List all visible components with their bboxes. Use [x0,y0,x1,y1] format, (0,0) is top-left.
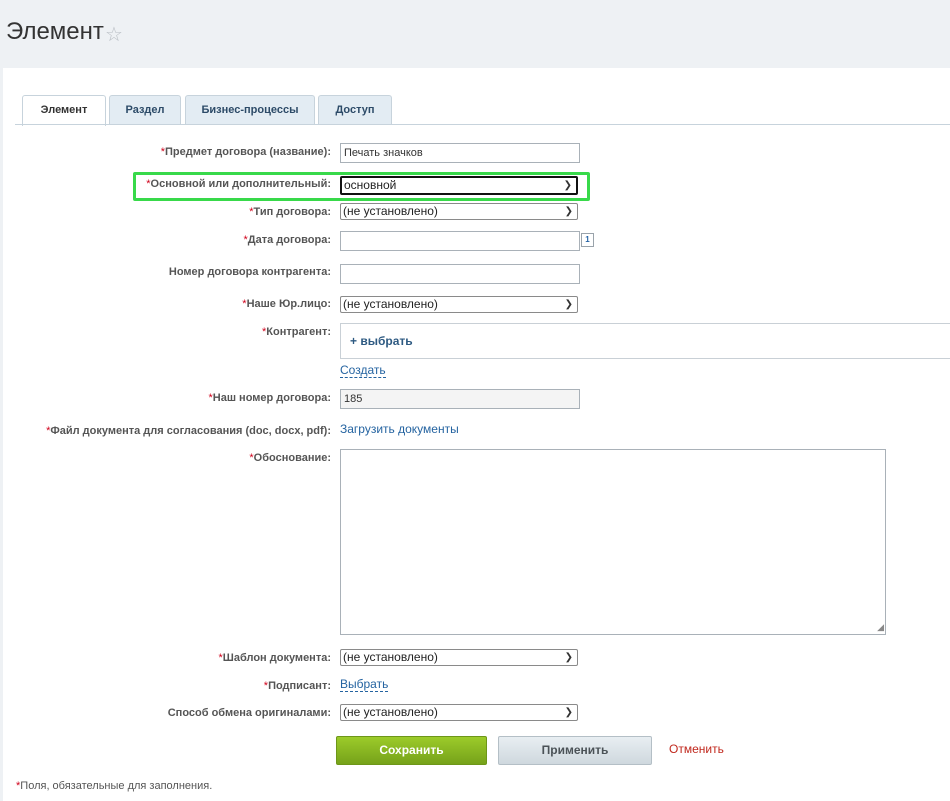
subject-label: *Предмет договора (название): [160,146,331,158]
counterparty-select-button[interactable]: + выбрать [350,334,413,348]
main-or-additional-select[interactable]: основной ❯ [340,176,578,195]
tab-business-processes[interactable]: Бизнес-процессы [185,95,315,124]
signatory-select-link[interactable]: Выбрать [340,677,389,692]
tab-access[interactable]: Доступ [318,95,392,124]
justification-textarea[interactable]: ◢ [340,449,886,635]
cancel-link[interactable]: Отменить [669,742,724,756]
star-icon[interactable]: ☆ [105,22,123,47]
contract-date-label: *Дата договора: [243,234,332,246]
create-counterparty-link[interactable]: Создать [340,363,386,378]
originals-exchange-label: Способ обмена оригиналами: [167,707,331,719]
upload-documents-link[interactable]: Загрузить документы [340,422,459,436]
document-file-label: *Файл документа для согласования (doc, d… [46,425,331,437]
chevron-down-icon: ❯ [564,299,573,310]
subject-input[interactable]: Печать значков [340,143,580,163]
originals-exchange-select[interactable]: (не установлено) ❯ [340,704,578,721]
our-number-label: *Наш номер договора: [208,392,331,404]
counterparty-box: + выбрать [340,323,950,359]
justification-label: *Обоснование: [249,452,331,464]
counterparty-number-input[interactable] [340,264,580,284]
contract-type-select[interactable]: (не установлено) ❯ [340,203,578,220]
apply-button[interactable]: Применить [498,736,652,765]
tab-section[interactable]: Раздел [109,95,181,124]
resize-handle-icon[interactable]: ◢ [877,622,884,633]
our-legal-entity-select[interactable]: (не установлено) ❯ [340,296,578,313]
page-title: Элемент [6,18,104,45]
required-fields-note: *Поля, обязательные для заполнения. [16,780,213,792]
document-template-select[interactable]: (не установлено) ❯ [340,649,578,666]
contract-date-input[interactable] [340,231,580,251]
counterparty-label: *Контрагент: [262,326,331,338]
chevron-down-icon: ❯ [564,652,573,663]
chevron-down-icon: ❯ [563,180,572,191]
chevron-down-icon: ❯ [564,707,573,718]
tab-divider [15,124,950,125]
chevron-down-icon: ❯ [564,206,573,217]
tab-element[interactable]: Элемент [22,95,106,126]
our-number-input[interactable]: 185 [340,389,580,409]
main-or-additional-label: *Основной или дополнительный: [146,178,331,190]
header: Элемент ☆ [0,0,950,68]
save-button[interactable]: Сохранить [336,736,487,765]
document-template-label: *Шаблон документа: [218,652,331,664]
contract-type-label: *Тип договора: [249,206,331,218]
signatory-label: *Подписант: [263,680,331,692]
our-legal-entity-label: *Наше Юр.лицо: [242,298,331,310]
counterparty-number-label: Номер договора контрагента: [168,266,331,278]
calendar-icon[interactable]: 1 [581,233,594,247]
